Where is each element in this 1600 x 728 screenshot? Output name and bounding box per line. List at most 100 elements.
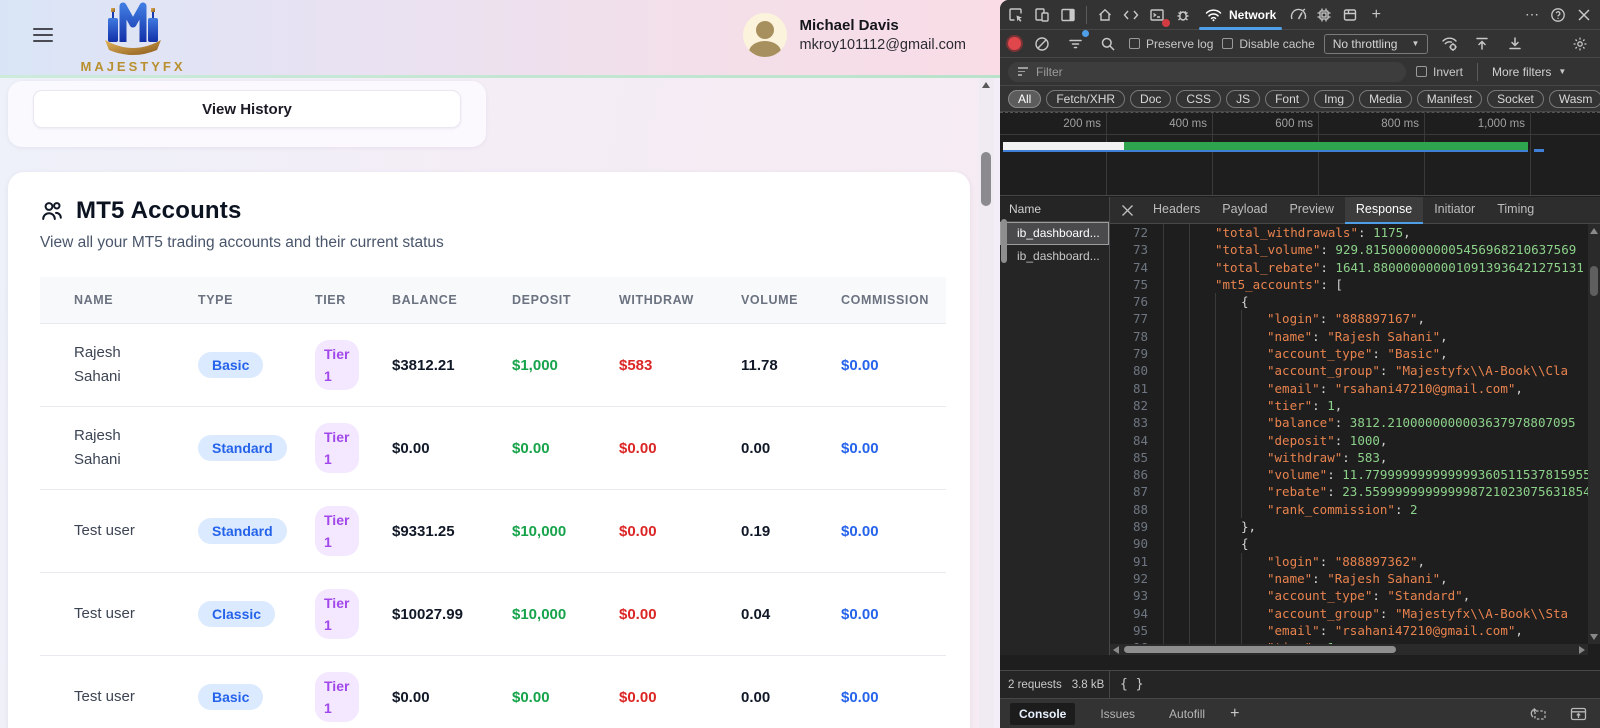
scroll-left-arrow-icon[interactable] <box>1113 646 1119 654</box>
detail-tab-response[interactable]: Response <box>1345 197 1423 224</box>
network-tab[interactable]: Network <box>1197 0 1284 30</box>
throttling-select[interactable]: No throttling ▼ <box>1324 34 1429 54</box>
drawer-tab-console[interactable]: Console <box>1010 703 1075 725</box>
help-icon[interactable] <box>1546 3 1570 27</box>
hamburger-menu-icon[interactable] <box>33 28 53 43</box>
type-chip-img[interactable]: Img <box>1314 90 1354 108</box>
checkbox-icon[interactable] <box>1129 38 1140 49</box>
inspect-element-icon[interactable] <box>1004 3 1028 27</box>
response-horizontal-scrollbar[interactable] <box>1110 644 1588 655</box>
page-scrollbar[interactable] <box>979 78 994 728</box>
network-settings-gear-icon[interactable] <box>1568 32 1592 56</box>
request-row[interactable]: ib_dashboard... <box>1000 245 1109 268</box>
add-drawer-tab-icon[interactable]: + <box>1230 705 1239 723</box>
export-har-icon[interactable] <box>1503 32 1527 56</box>
hscroll-thumb[interactable] <box>1124 646 1396 653</box>
overflow-menu-icon[interactable]: ⋯ <box>1520 3 1544 27</box>
cell-volume: 0.00 <box>741 689 841 706</box>
dock-side-icon[interactable] <box>1056 3 1080 27</box>
cell-commission: $0.00 <box>841 440 946 457</box>
line-number: 92 <box>1110 570 1148 587</box>
clear-network-log-icon[interactable] <box>1030 32 1054 56</box>
type-chip-manifest[interactable]: Manifest <box>1417 90 1482 108</box>
performance-tab-icon[interactable] <box>1286 3 1310 27</box>
requests-scrollbar-thumb[interactable] <box>1001 219 1007 263</box>
cell-type: Standard <box>198 435 315 461</box>
type-chip-css[interactable]: CSS <box>1176 90 1221 108</box>
drawer-tab-autofill[interactable]: Autofill <box>1160 703 1214 725</box>
detail-tab-preview[interactable]: Preview <box>1278 197 1344 224</box>
drawer-tab-list: Console Issues Autofill <box>1010 703 1214 725</box>
response-viewer[interactable]: 72"total_withdrawals": 1175,73"total_vol… <box>1110 224 1600 655</box>
detail-tab-headers[interactable]: Headers <box>1142 197 1211 224</box>
type-chip-all[interactable]: All <box>1008 90 1041 108</box>
memory-tab-icon[interactable] <box>1312 3 1336 27</box>
type-chip-wasm[interactable]: Wasm <box>1549 90 1600 108</box>
request-row[interactable]: ib_dashboard... <box>1000 222 1109 245</box>
filter-toggle-icon[interactable] <box>1063 32 1087 56</box>
close-detail-icon[interactable] <box>1112 198 1142 222</box>
type-chip-media[interactable]: Media <box>1359 90 1412 108</box>
close-devtools-icon[interactable] <box>1572 3 1596 27</box>
type-chip-fetchxhr[interactable]: Fetch/XHR <box>1046 90 1125 108</box>
panel-expand-icon[interactable] <box>1566 702 1590 726</box>
detail-tab-payload[interactable]: Payload <box>1211 197 1278 224</box>
scroll-up-arrow-icon[interactable] <box>982 82 990 88</box>
checkbox-icon[interactable] <box>1222 38 1233 49</box>
timeline-tick: 800 ms <box>1318 113 1424 135</box>
checkbox-icon[interactable] <box>1416 66 1427 77</box>
line-number: 89 <box>1110 518 1148 535</box>
filter-input[interactable]: Filter <box>1008 62 1406 82</box>
welcome-home-icon[interactable] <box>1093 3 1117 27</box>
elements-tab-icon[interactable] <box>1119 3 1143 27</box>
user-chip[interactable]: Michael Davis mkroy101112@gmail.com <box>743 13 967 57</box>
cell-commission: $0.00 <box>841 689 946 706</box>
table-row: Rajesh SahaniBasicTier 1$3812.21$1,000$5… <box>40 323 946 406</box>
line-number: 95 <box>1110 622 1148 639</box>
application-tab-icon[interactable] <box>1338 3 1362 27</box>
detail-tab-initiator[interactable]: Initiator <box>1423 197 1486 224</box>
network-conditions-icon[interactable] <box>1437 32 1461 56</box>
scroll-down-arrow-icon[interactable] <box>1590 634 1598 640</box>
cell-volume: 11.78 <box>741 357 841 374</box>
user-email: mkroy101112@gmail.com <box>800 37 967 53</box>
type-chip-doc[interactable]: Doc <box>1130 90 1171 108</box>
type-chip-socket[interactable]: Socket <box>1487 90 1544 108</box>
response-vertical-scrollbar[interactable] <box>1588 224 1600 644</box>
detail-tab-timing[interactable]: Timing <box>1486 197 1545 224</box>
more-tools-plus-icon[interactable]: + <box>1364 3 1388 27</box>
brand-logo: MAJESTYFX <box>68 0 198 74</box>
scroll-up-arrow-icon[interactable] <box>1590 228 1598 234</box>
cell-name: Test user <box>74 519 166 543</box>
vscroll-thumb[interactable] <box>1590 266 1598 296</box>
cell-type: Classic <box>198 601 315 627</box>
console-tab-icon[interactable] <box>1145 3 1169 27</box>
preserve-log-checkbox[interactable]: Preserve log <box>1129 37 1213 51</box>
tier-badge: Tier 1 <box>315 423 359 474</box>
cell-volume: 0.19 <box>741 523 841 540</box>
transferred-size: 3.8 kB <box>1072 679 1105 691</box>
scroll-right-arrow-icon[interactable] <box>1579 646 1585 654</box>
device-emulation-icon[interactable] <box>1030 3 1054 27</box>
view-history-button[interactable]: View History <box>33 90 461 128</box>
type-chip-font[interactable]: Font <box>1265 90 1309 108</box>
disable-cache-checkbox[interactable]: Disable cache <box>1222 37 1314 51</box>
invert-checkbox[interactable]: Invert <box>1416 65 1463 79</box>
cell-commission: $0.00 <box>841 523 946 540</box>
drawer-tab-issues[interactable]: Issues <box>1091 703 1144 725</box>
page-scrollbar-thumb[interactable] <box>981 152 991 206</box>
timeline-tick: 600 ms <box>1212 113 1318 135</box>
search-icon[interactable] <box>1096 32 1120 56</box>
debug-bug-icon[interactable] <box>1171 3 1195 27</box>
type-chip-js[interactable]: JS <box>1226 90 1260 108</box>
record-network-log-icon[interactable] <box>1008 37 1021 50</box>
format-response-button[interactable]: { } <box>1120 677 1143 692</box>
more-filters-button[interactable]: More filters ▼ <box>1492 65 1566 79</box>
cell-tier: Tier 1 <box>315 340 392 391</box>
cell-name: Rajesh Sahani <box>74 424 166 473</box>
name-column-header[interactable]: Name <box>1000 197 1109 222</box>
detail-tabs: HeadersPayloadPreviewResponseInitiatorTi… <box>1110 197 1600 224</box>
network-overview-timeline[interactable]: 200 ms400 ms600 ms800 ms1,000 ms <box>1000 112 1600 196</box>
screencast-icon[interactable] <box>1526 702 1550 726</box>
import-har-icon[interactable] <box>1470 32 1494 56</box>
